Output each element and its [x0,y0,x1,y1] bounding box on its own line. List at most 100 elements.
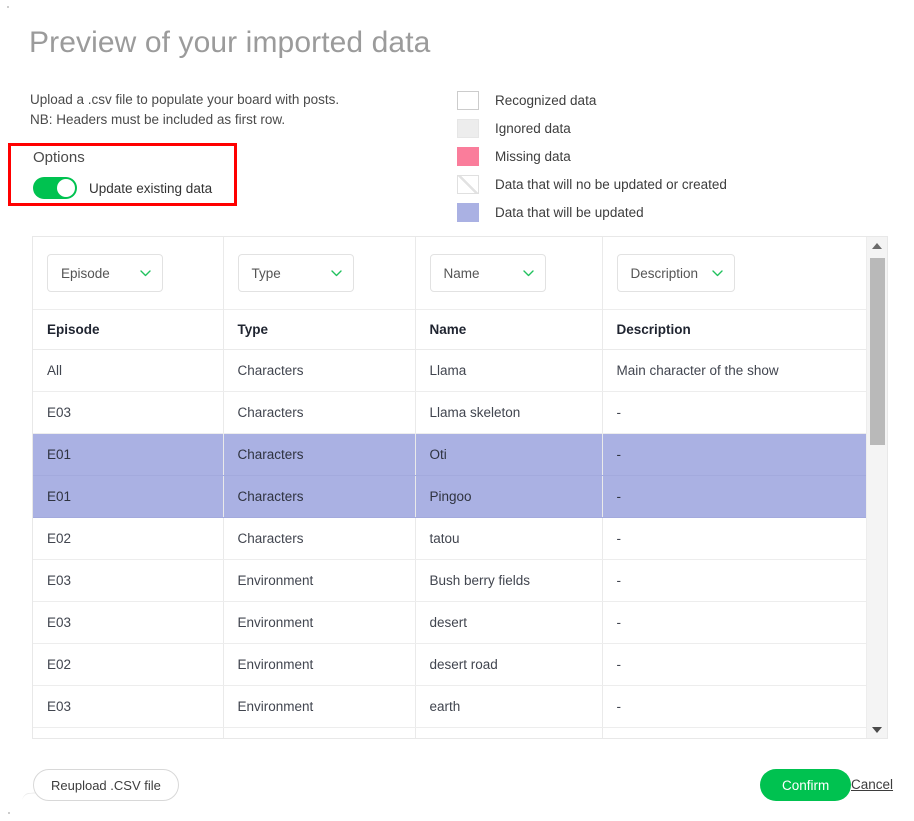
table-cell: - [602,643,866,686]
intro-text: Upload a .csv file to populate your boar… [30,90,339,130]
legend-swatch-recognized-icon [457,90,479,110]
table-cell: Characters [223,433,416,476]
table-cell: E02 [33,643,224,686]
legend-label-missing: Missing data [495,148,571,164]
column-mapping-dropdown-type[interactable]: Type [237,254,354,292]
table-cell: Environment [223,685,416,728]
table-cell: Bush berry fields [415,559,603,602]
table-cell: E03 [33,559,224,602]
chevron-down-icon [140,269,151,277]
chevron-down-icon [330,269,342,277]
column-mapping-dropdown-episode[interactable]: Episode [47,254,163,292]
table-cell: Characters [223,475,416,518]
table-cell: desert [415,601,603,644]
update-existing-data-row[interactable]: Update existing data [33,177,212,199]
dropdown-value-0: Episode [61,265,110,281]
update-existing-data-label: Update existing data [89,180,213,196]
confirm-button[interactable]: Confirm [760,769,852,801]
table-cell: Llama skeleton [415,391,603,434]
preview-table-panel: Episode Type Name Description Episode Ty… [32,236,888,739]
chevron-down-icon [522,269,534,277]
table-cell [602,727,866,738]
table-cell: E01 [33,475,224,518]
table-cell: - [602,517,866,560]
table-row[interactable]: E03 Characters Llama skeleton - [33,391,866,434]
dropdown-value-2: Name [443,265,480,281]
reupload-csv-button[interactable]: Reupload .CSV file [33,769,179,801]
table-cell: - [602,433,866,476]
table-row[interactable]: E02 Environment desert road - [33,643,866,686]
legend-swatch-will-update-icon [457,202,479,222]
column-selector-cell-2: Name [415,237,603,309]
table-vertical-scrollbar[interactable] [866,237,887,738]
table-cell: earth [415,685,603,728]
table-row[interactable]: E01 Characters Pingoo - [33,475,866,518]
table-cell: Characters [223,349,416,392]
legend-item-not-updated: Data that will no be updated or created [457,170,727,198]
column-selector-cell-0: Episode [33,237,224,309]
table-header-row: Episode Type Name Description [33,308,866,350]
legend-item-will-update: Data that will be updated [457,198,727,226]
column-mapping-dropdown-name[interactable]: Name [429,254,546,292]
table-cell: Environment [223,559,416,602]
column-selector-cell-3: Description [602,237,866,309]
table-cell [415,727,603,738]
table-cell: - [602,475,866,518]
table-cell: Environment [223,601,416,644]
scrollbar-thumb[interactable] [870,258,885,445]
table-cell [33,727,224,738]
legend-item-ignored: Ignored data [457,114,727,142]
table-row[interactable]: E03 Environment Bush berry fields - [33,559,866,602]
legend: Recognized data Ignored data Missing dat… [457,86,727,226]
scroll-up-arrow-icon[interactable] [867,237,887,254]
table-cell: Environment [223,643,416,686]
page-artifact-top-left [7,6,9,8]
table-header-type: Type [223,308,416,350]
update-existing-data-toggle[interactable] [33,177,77,199]
table-row[interactable]: E01 Characters Oti - [33,433,866,476]
table-cell: Oti [415,433,603,476]
table-row[interactable] [33,727,866,738]
table-cell: - [602,601,866,644]
table-cell: Main character of the show [602,349,866,392]
table-row[interactable]: E03 Environment earth - [33,685,866,728]
table-cell: tatou [415,517,603,560]
preview-table: Episode Type Name Description Episode Ty… [33,237,866,738]
table-cell: desert road [415,643,603,686]
table-cell: Pingoo [415,475,603,518]
legend-label-ignored: Ignored data [495,120,571,136]
table-cell: E01 [33,433,224,476]
table-cell [223,727,416,738]
scroll-down-arrow-icon[interactable] [867,721,887,738]
table-cell: Characters [223,391,416,434]
legend-label-will-update: Data that will be updated [495,204,644,220]
page-title: Preview of your imported data [29,26,431,59]
table-row[interactable]: All Characters Llama Main character of t… [33,349,866,392]
legend-swatch-missing-icon [457,146,479,166]
legend-swatch-not-updated-icon [457,174,479,194]
intro-line-2: NB: Headers must be included as first ro… [30,112,286,127]
table-cell: Characters [223,517,416,560]
preview-table-scroll-area: Episode Type Name Description Episode Ty… [33,237,866,738]
table-header-description: Description [602,308,866,350]
legend-item-missing: Missing data [457,142,727,170]
table-row[interactable]: E03 Environment desert - [33,601,866,644]
import-preview-page: Preview of your imported data Upload a .… [0,0,914,821]
table-row[interactable]: E02 Characters tatou - [33,517,866,560]
table-cell: - [602,685,866,728]
table-cell: E02 [33,517,224,560]
legend-swatch-ignored-icon [457,118,479,138]
table-header-episode: Episode [33,308,224,350]
column-selector-cell-1: Type [223,237,416,309]
table-cell: E03 [33,685,224,728]
table-cell: All [33,349,224,392]
dropdown-value-3: Description [630,265,699,281]
footer-actions: Reupload .CSV file Confirm Cancel [0,760,914,821]
column-selector-row: Episode Type Name Description [33,237,866,309]
table-cell: - [602,559,866,602]
cancel-link[interactable]: Cancel [851,777,893,792]
table-cell: Llama [415,349,603,392]
table-cell: E03 [33,601,224,644]
column-mapping-dropdown-description[interactable]: Description [616,254,736,292]
chevron-down-icon [712,269,723,277]
